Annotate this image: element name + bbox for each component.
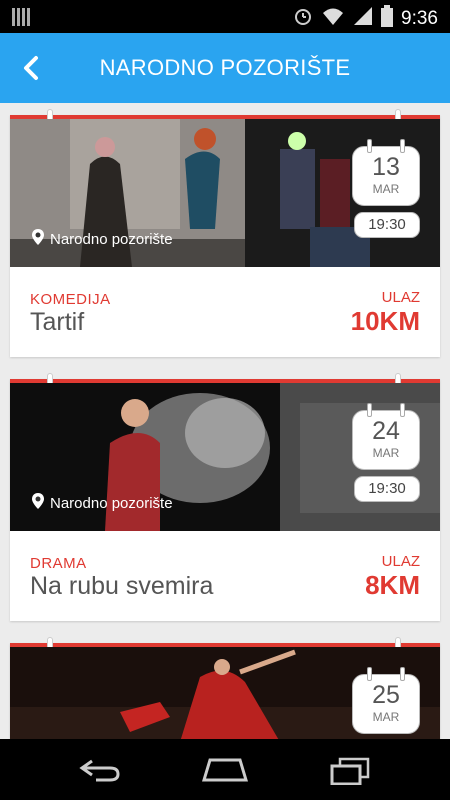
- event-genre: KOMEDIJA: [30, 291, 111, 308]
- event-month: MAR: [372, 446, 400, 460]
- event-location: Narodno pozorište: [32, 493, 173, 513]
- status-time: 9:36: [401, 7, 438, 29]
- event-card[interactable]: 24 MAR 19:30 Narodno pozorište DRAMA Na …: [10, 374, 440, 621]
- location-pin-icon: [32, 229, 44, 249]
- event-time: 19:30: [354, 212, 420, 238]
- event-day: 24: [372, 417, 400, 445]
- location-pin-icon: [32, 493, 44, 513]
- cell-signal-icon: [353, 6, 373, 31]
- location-label: Narodno pozorište: [50, 230, 173, 248]
- price-label: ULAZ: [381, 553, 420, 570]
- event-price: 8KM: [365, 570, 420, 600]
- date-badge: 13 MAR: [352, 139, 420, 206]
- event-price: 10KM: [350, 306, 420, 336]
- event-title: Na rubu svemira: [30, 572, 214, 600]
- alarm-icon: [293, 6, 313, 31]
- event-card[interactable]: 25 MAR: [10, 638, 440, 739]
- event-card[interactable]: 13 MAR 19:30 Narodno pozorište KOMEDIJA …: [10, 110, 440, 357]
- recents-nav-icon[interactable]: [330, 757, 370, 790]
- event-photo: 24 MAR 19:30 Narodno pozorište: [10, 383, 440, 531]
- back-nav-icon[interactable]: [78, 757, 122, 788]
- event-title: Tartif: [30, 308, 85, 336]
- event-day: 25: [372, 681, 400, 709]
- price-label: ULAZ: [381, 289, 420, 306]
- event-month: MAR: [372, 182, 400, 196]
- event-photo: 13 MAR 19:30 Narodno pozorište: [10, 119, 440, 267]
- app-bar: NARODNO POZORIŠTE: [0, 33, 450, 103]
- location-label: Narodno pozorište: [50, 494, 173, 512]
- status-bar: 9:36: [0, 0, 450, 33]
- home-nav-icon[interactable]: [201, 757, 249, 788]
- event-info: DRAMA Na rubu svemira ULAZ 8KM: [10, 531, 440, 621]
- date-badge: 24 MAR: [352, 403, 420, 470]
- date-badge: 25 MAR: [352, 667, 420, 734]
- event-month: MAR: [372, 710, 400, 724]
- signal-bars-icon: [12, 8, 32, 31]
- event-photo: 25 MAR: [10, 647, 440, 739]
- battery-icon: [381, 5, 394, 32]
- wifi-icon: [321, 6, 345, 31]
- event-location: Narodno pozorište: [32, 229, 173, 249]
- event-list: 13 MAR 19:30 Narodno pozorište KOMEDIJA …: [0, 103, 450, 739]
- system-nav-bar: [0, 739, 450, 800]
- event-day: 13: [372, 153, 400, 181]
- page-title: NARODNO POZORIŠTE: [99, 55, 351, 80]
- event-time: 19:30: [354, 476, 420, 502]
- event-genre: DRAMA: [30, 555, 87, 572]
- event-info: KOMEDIJA Tartif ULAZ 10KM: [10, 267, 440, 357]
